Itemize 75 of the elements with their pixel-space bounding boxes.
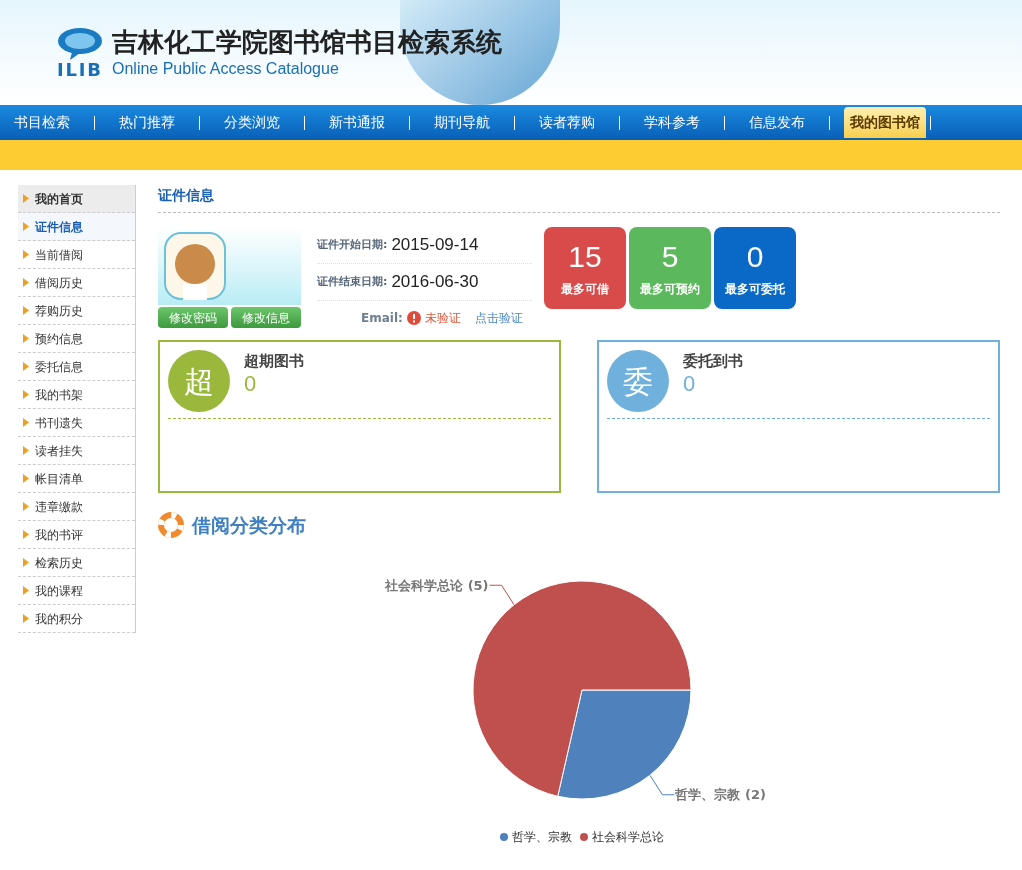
- field-label: 证件结束日期:: [317, 273, 388, 290]
- field-label: 证件开始日期:: [317, 236, 388, 253]
- sidebar-item[interactable]: 当前借阅: [18, 241, 135, 269]
- sidebar-item[interactable]: 违章缴款: [18, 493, 135, 521]
- data-label: 哲学、宗教 (2): [675, 786, 766, 805]
- warning-icon: [406, 311, 421, 325]
- sidebar-item[interactable]: 证件信息: [18, 213, 135, 241]
- stat-value: 15: [568, 239, 602, 276]
- site-subtitle: Online Public Access Catalogue: [112, 58, 340, 79]
- triangle-icon: [23, 614, 29, 623]
- stat-label: 最多可委托: [725, 280, 785, 298]
- sidebar-item[interactable]: 我的课程: [18, 577, 135, 605]
- triangle-icon: [23, 362, 29, 371]
- stat-label: 最多可预约: [640, 280, 700, 298]
- chart-title: 借阅分类分布: [192, 513, 306, 538]
- email-status: 未验证: [424, 310, 461, 327]
- triangle-icon: [23, 446, 29, 455]
- avatar-icon: [164, 232, 226, 300]
- sidebar-item[interactable]: 预约信息: [18, 325, 135, 353]
- site-title: 吉林化工学院图书馆书目检索系统: [112, 26, 502, 59]
- triangle-icon: [23, 250, 29, 259]
- stat-label: 最多可借: [561, 280, 609, 298]
- sidebar-item[interactable]: 帐目清单: [18, 465, 135, 493]
- speech-bubble-icon: [56, 26, 104, 61]
- triangle-icon: [23, 418, 29, 427]
- panel-count: 0: [244, 372, 258, 395]
- legend-item[interactable]: 哲学、宗教: [500, 827, 572, 846]
- nav-tab[interactable]: 信息发布: [739, 112, 815, 133]
- triangle-icon: [23, 194, 29, 203]
- letter-badge: 委: [607, 350, 669, 412]
- logo-text: ILIB: [57, 60, 103, 79]
- panel-count: 0: [683, 372, 697, 395]
- triangle-icon: [23, 390, 29, 399]
- panel-title: 超期图书: [244, 351, 304, 372]
- verify-link[interactable]: 点击验证: [474, 309, 523, 327]
- nav-tab[interactable]: 新书通报: [319, 112, 395, 133]
- leader-line: [649, 774, 675, 795]
- sidebar-item[interactable]: 读者挂失: [18, 437, 135, 465]
- nav-tab[interactable]: 书目检索: [4, 112, 80, 133]
- triangle-icon: [23, 474, 29, 483]
- nav-tab[interactable]: 读者荐购: [529, 112, 605, 133]
- sidebar-item[interactable]: 借阅历史: [18, 269, 135, 297]
- nav-tab[interactable]: 学科参考: [634, 112, 710, 133]
- triangle-icon: [23, 502, 29, 511]
- triangle-icon: [23, 586, 29, 595]
- sidebar-item[interactable]: 委托信息: [18, 353, 135, 381]
- sidebar-item[interactable]: 我的书评: [18, 521, 135, 549]
- stat-value: 0: [746, 239, 764, 276]
- triangle-icon: [23, 306, 29, 315]
- leader-line: [489, 584, 515, 605]
- letter-badge: 超: [168, 350, 230, 412]
- email-label: Email:: [361, 310, 403, 327]
- triangle-icon: [23, 558, 29, 567]
- sidebar-item[interactable]: 荐购历史: [18, 297, 135, 325]
- sidebar-item[interactable]: 我的积分: [18, 605, 135, 633]
- triangle-icon: [23, 222, 29, 231]
- sidebar-item[interactable]: 我的书架: [18, 381, 135, 409]
- legend-item[interactable]: 社会科学总论: [580, 827, 664, 846]
- data-label: 社会科学总论 (5): [385, 576, 489, 595]
- panel-title: 委托到书: [683, 351, 743, 372]
- section-title: 证件信息: [158, 185, 1000, 213]
- triangle-icon: [23, 334, 29, 343]
- sidebar-item[interactable]: 我的首页: [18, 185, 135, 213]
- stat-value: 5: [661, 239, 679, 276]
- field-value: 2015-09-14: [391, 234, 479, 257]
- sidebar-item[interactable]: 书刊遗失: [18, 409, 135, 437]
- nav-tab[interactable]: 热门推荐: [109, 112, 185, 133]
- triangle-icon: [23, 530, 29, 539]
- sidebar-item[interactable]: 检索历史: [18, 549, 135, 577]
- nav-tab[interactable]: 分类浏览: [214, 112, 290, 133]
- triangle-icon: [23, 278, 29, 287]
- lifebuoy-icon: [158, 512, 184, 539]
- field-value: 2016-06-30: [391, 271, 479, 294]
- nav-tab[interactable]: 我的图书馆: [844, 107, 926, 138]
- nav-tab[interactable]: 期刊导航: [424, 112, 500, 133]
